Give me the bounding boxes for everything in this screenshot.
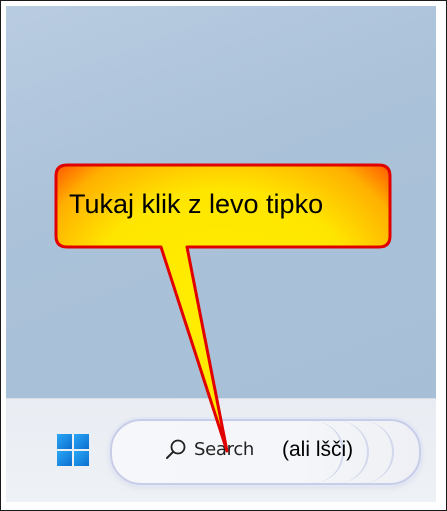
taskbar-search-box[interactable]: Search (ali lšči) [110, 419, 421, 485]
screenshot-frame: Search (ali lšči) Tukaj klik z levo tipk… [0, 0, 447, 511]
callout-text: Tukaj klik z levo tipko [69, 189, 324, 219]
search-placeholder-label: Search [194, 439, 255, 460]
start-button[interactable] [50, 427, 96, 473]
search-hint-label: (ali lšči) [282, 438, 354, 461]
screen-edge [436, 1, 446, 510]
taskbar: Search (ali lšči) [6, 398, 436, 502]
search-icon [166, 439, 186, 459]
windows-logo-icon [57, 434, 89, 466]
